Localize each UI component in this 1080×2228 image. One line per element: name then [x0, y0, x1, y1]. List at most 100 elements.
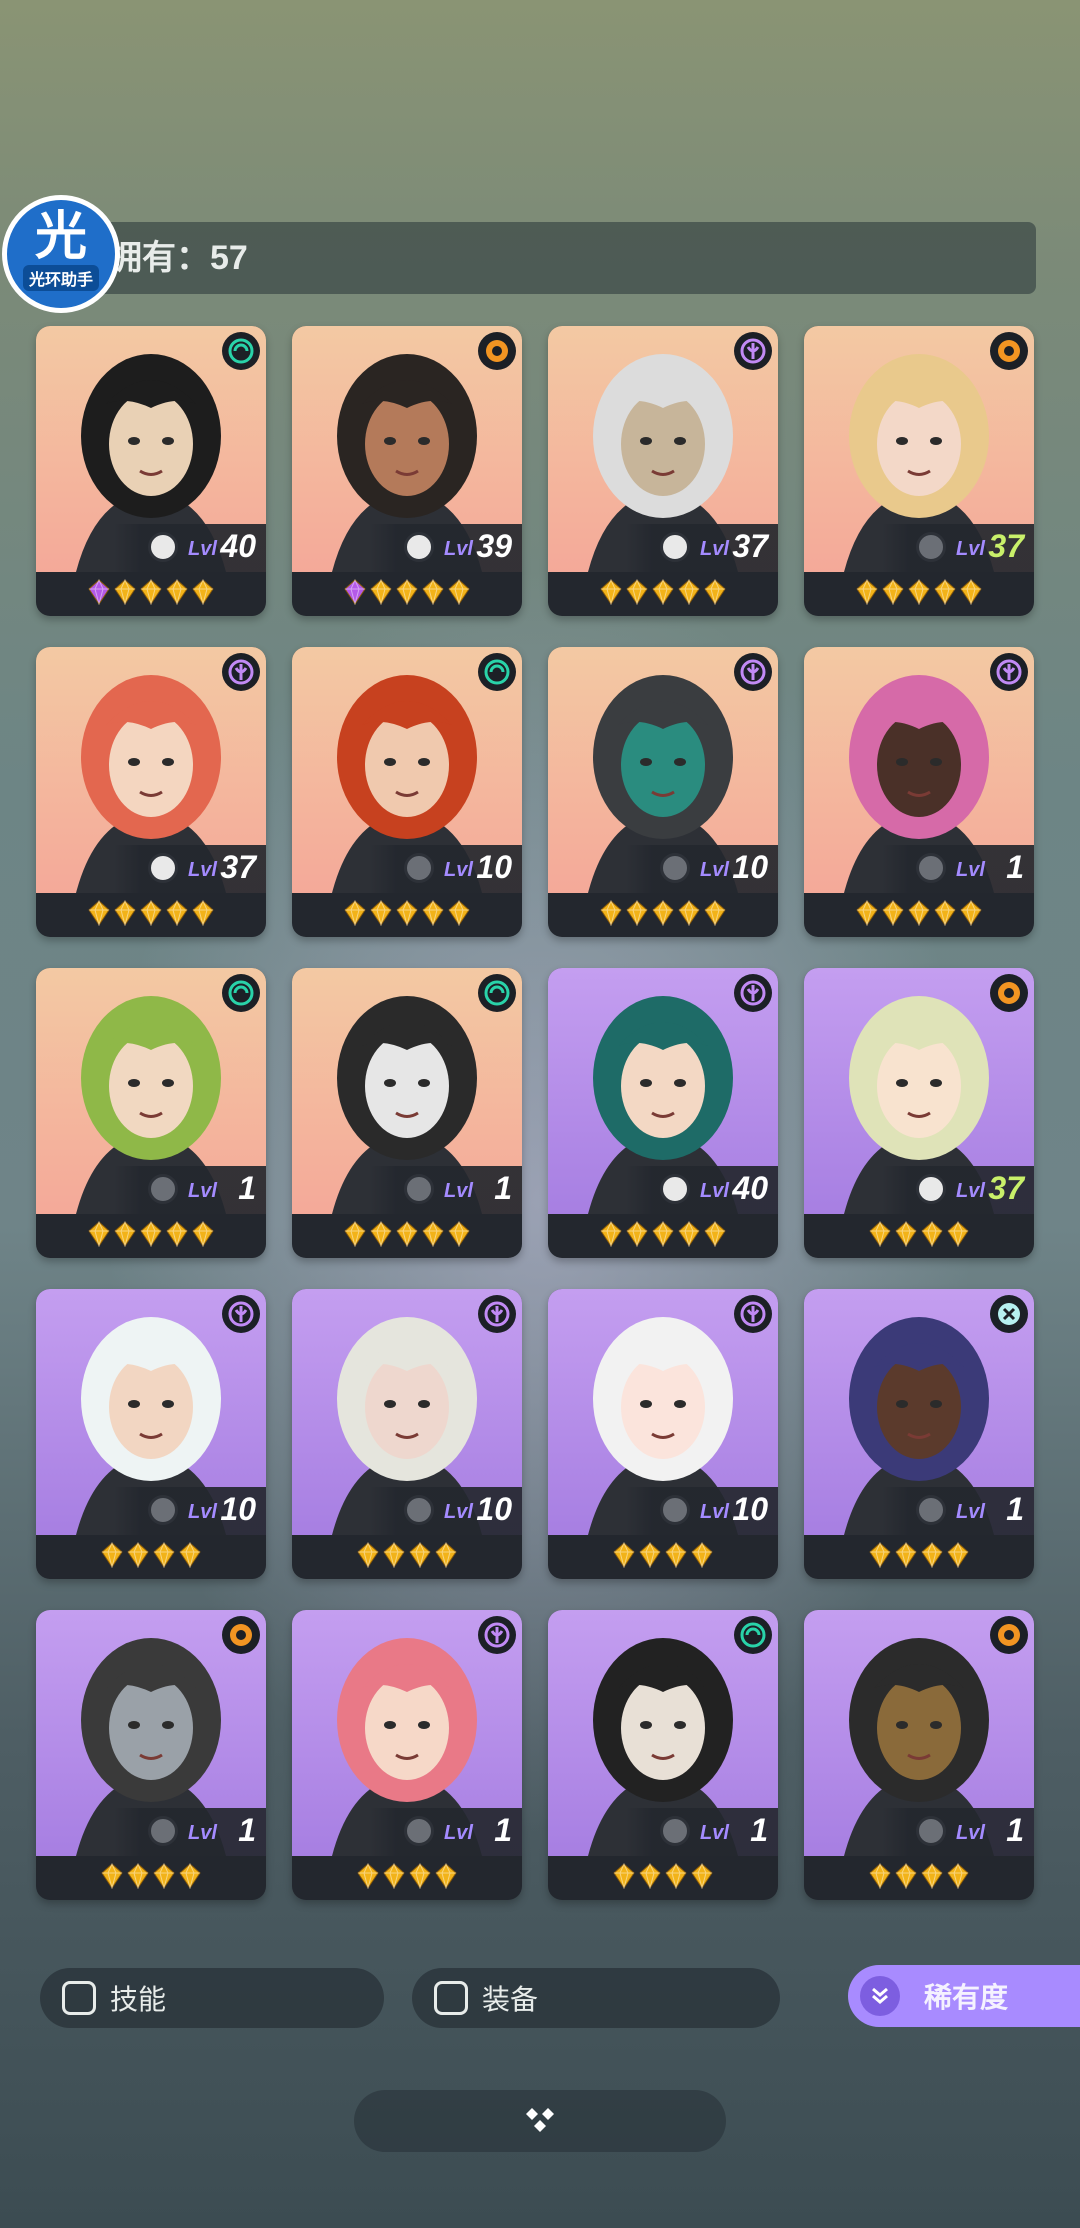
dark-icon — [478, 1295, 516, 1333]
gold-gem-icon — [600, 578, 622, 610]
hero-card[interactable]: Lvl 39 — [292, 326, 522, 616]
aperture-icon — [660, 1174, 690, 1204]
aperture-icon — [916, 1495, 946, 1525]
hero-card[interactable]: Lvl 10 — [36, 1289, 266, 1579]
hero-card[interactable]: Lvl 37 — [548, 326, 778, 616]
rarity-gems — [292, 1856, 522, 1900]
level-plate: Lvl 1 — [114, 1166, 266, 1214]
hero-card[interactable]: Lvl 1 — [292, 1610, 522, 1900]
hero-card[interactable]: Lvl 1 — [804, 1610, 1034, 1900]
collapse-button[interactable] — [354, 2090, 726, 2152]
wind-icon — [222, 974, 260, 1012]
gold-gem-icon — [192, 578, 214, 610]
gold-gem-icon — [435, 1862, 457, 1894]
dark-icon — [734, 1295, 772, 1333]
hero-card[interactable]: Lvl 10 — [292, 647, 522, 937]
gold-gem-icon — [448, 899, 470, 931]
rarity-gems — [292, 1535, 522, 1579]
aperture-icon — [148, 1495, 178, 1525]
gold-gem-icon — [895, 1220, 917, 1252]
gold-gem-icon — [665, 1862, 687, 1894]
hero-card[interactable]: Lvl 40 — [548, 968, 778, 1258]
hero-card[interactable]: Lvl 10 — [548, 647, 778, 937]
level-value: 10 — [476, 1491, 512, 1527]
level-plate: Lvl 1 — [114, 1808, 266, 1856]
level-plate: Lvl 40 — [626, 1166, 778, 1214]
hero-card[interactable]: Lvl 1 — [804, 647, 1034, 937]
logo-caption: 光环助手 — [22, 265, 99, 291]
gold-gem-icon — [856, 899, 878, 931]
hero-card[interactable]: Lvl 1 — [292, 968, 522, 1258]
gold-gem-icon — [652, 899, 674, 931]
gold-gem-icon — [652, 578, 674, 610]
filter-bar: 技能 装备 稀有度 — [0, 1960, 1080, 2040]
level-plate: Lvl 1 — [370, 1166, 522, 1214]
gold-gem-icon — [895, 1862, 917, 1894]
skill-checkbox[interactable] — [62, 1981, 96, 2015]
gold-gem-icon — [869, 1541, 891, 1573]
rarity-gems — [36, 1214, 266, 1258]
gold-gem-icon — [383, 1862, 405, 1894]
level-value: 37 — [988, 1170, 1024, 1206]
hero-card[interactable]: Lvl 10 — [548, 1289, 778, 1579]
hero-card[interactable]: Lvl 40 — [36, 326, 266, 616]
aperture-icon — [148, 853, 178, 883]
hero-card[interactable]: Lvl 37 — [804, 968, 1034, 1258]
hero-card[interactable]: Lvl 1 — [548, 1610, 778, 1900]
gold-gem-icon — [704, 578, 726, 610]
level-prefix: Lvl — [956, 1501, 985, 1523]
level-value: 10 — [476, 849, 512, 885]
gold-gem-icon — [396, 578, 418, 610]
level-prefix: Lvl — [700, 1180, 729, 1202]
gold-gem-icon — [869, 1220, 891, 1252]
hero-card[interactable]: Lvl 1 — [36, 968, 266, 1258]
gold-gem-icon — [895, 1541, 917, 1573]
rarity-gems — [548, 1856, 778, 1900]
purple-gem-icon — [344, 578, 366, 610]
level-value: 40 — [220, 528, 256, 564]
rarity-gems — [292, 572, 522, 616]
wind-icon — [222, 332, 260, 370]
gold-gem-icon — [947, 1220, 969, 1252]
owned-count-bar: 拥有：57 — [72, 222, 1036, 294]
logo-char: 光 — [34, 208, 87, 266]
equipment-checkbox[interactable] — [434, 1981, 468, 2015]
gold-gem-icon — [166, 578, 188, 610]
level-plate: Lvl 10 — [626, 845, 778, 893]
level-prefix: Lvl — [188, 538, 217, 560]
level-prefix: Lvl — [700, 538, 729, 560]
gold-gem-icon — [869, 1862, 891, 1894]
equipment-filter[interactable]: 装备 — [412, 1968, 780, 2028]
hero-card[interactable]: Lvl 37 — [804, 326, 1034, 616]
gold-gem-icon — [934, 578, 956, 610]
level-value: 1 — [494, 1812, 512, 1848]
aperture-icon — [404, 532, 434, 562]
level-value: 1 — [1006, 849, 1024, 885]
gold-gem-icon — [140, 1220, 162, 1252]
level-prefix: Lvl — [956, 1822, 985, 1844]
hero-card[interactable]: Lvl 1 — [36, 1610, 266, 1900]
gold-gem-icon — [88, 1220, 110, 1252]
equipment-filter-label: 装备 — [482, 1984, 539, 2015]
hero-card[interactable]: Lvl 10 — [292, 1289, 522, 1579]
gold-gem-icon — [409, 1862, 431, 1894]
skill-filter[interactable]: 技能 — [40, 1968, 384, 2028]
fire-icon — [478, 332, 516, 370]
level-prefix: Lvl — [444, 1180, 473, 1202]
gold-gem-icon — [166, 1220, 188, 1252]
aperture-icon — [660, 1495, 690, 1525]
rarity-gems — [36, 1856, 266, 1900]
aperture-icon — [404, 1816, 434, 1846]
hero-card[interactable]: Lvl 37 — [36, 647, 266, 937]
gold-gem-icon — [947, 1541, 969, 1573]
aperture-icon — [916, 1816, 946, 1846]
level-prefix: Lvl — [444, 1501, 473, 1523]
rarity-sort-button[interactable]: 稀有度 — [848, 1965, 1080, 2027]
rarity-gems — [804, 572, 1034, 616]
aperture-icon — [404, 853, 434, 883]
gold-gem-icon — [600, 899, 622, 931]
hero-card[interactable]: Lvl 1 — [804, 1289, 1034, 1579]
gold-gem-icon — [153, 1541, 175, 1573]
gold-gem-icon — [960, 899, 982, 931]
assistant-logo[interactable]: 光 光环助手 — [2, 195, 120, 313]
